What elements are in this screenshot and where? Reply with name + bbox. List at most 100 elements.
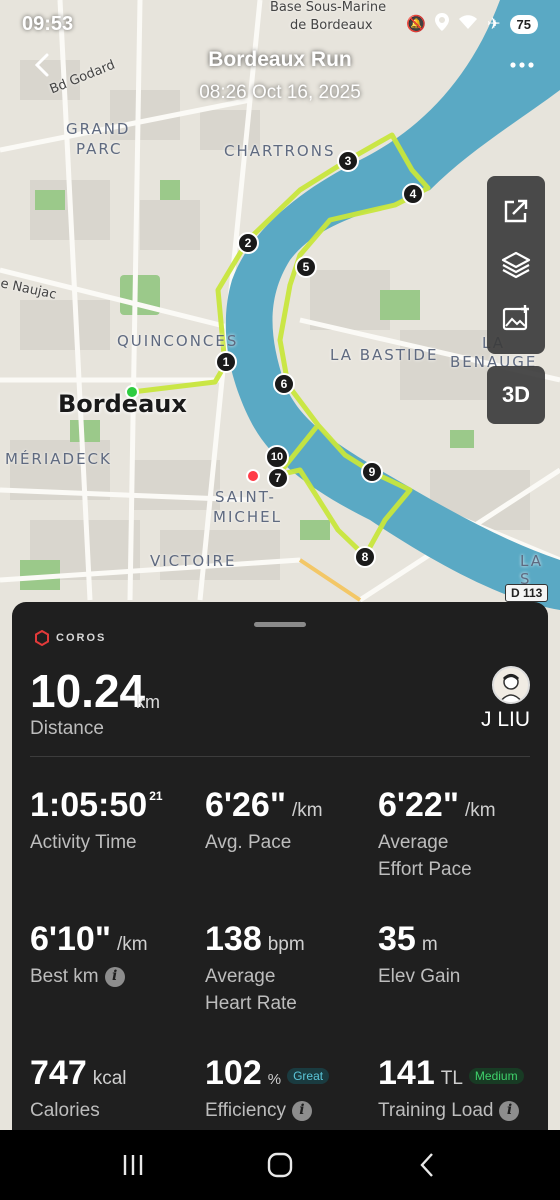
stat-best-km: 6'10"/km Best km i [30, 920, 200, 990]
elev-gain-unit: m [421, 934, 438, 955]
calories-label: Calories [30, 1100, 100, 1121]
wifi-icon [458, 14, 478, 35]
map-label-meriadeck: MÉRIADECK [5, 450, 112, 468]
status-bar: 09:53 🔕 ✈ 75 [0, 0, 560, 48]
elev-gain-value: 35 [378, 920, 416, 958]
efficiency-unit: % [267, 1071, 282, 1088]
divider [30, 756, 530, 757]
map-toolbar [487, 176, 545, 354]
stat-calories: 747 kcal Calories [30, 1054, 200, 1124]
back-arrow-icon [420, 1153, 433, 1177]
km-marker-6[interactable]: 6 [273, 373, 295, 395]
info-icon[interactable]: i [104, 966, 125, 987]
map-label-michel: MICHEL [213, 508, 282, 526]
stat-elev-gain: 35 m Elev Gain [378, 920, 548, 990]
road-badge: D 113 [505, 584, 549, 602]
effort-pace-label-1: Average [378, 832, 449, 853]
brand-logo: COROS [34, 630, 106, 646]
km-marker-10[interactable]: 10 [265, 445, 289, 469]
distance-label: Distance [30, 718, 104, 739]
airplane-icon: ✈ [487, 16, 501, 33]
km-marker-5[interactable]: 5 [295, 256, 317, 278]
activity-summary-panel: COROS 10.24 km Distance J LIU 1:05:50 21 … [12, 602, 548, 1142]
info-icon[interactable]: i [291, 1100, 312, 1121]
map-label-victoire: VICTOIRE [150, 552, 237, 570]
recent-apps-icon [124, 1155, 143, 1175]
status-time: 09:53 [22, 12, 74, 35]
km-marker-7[interactable]: 7 [267, 467, 289, 489]
stat-training-load: 141 TL Medium Training Load i [378, 1054, 548, 1124]
map-label-la-bastide: LA BASTIDE [330, 346, 439, 364]
efficiency-value: 102 [205, 1054, 262, 1092]
stat-heart-rate: 138 bpm Average Heart Rate [205, 920, 375, 1017]
map-label-grand: GRAND [66, 120, 131, 138]
km-marker-8[interactable]: 8 [354, 546, 376, 568]
effort-pace-value: 6'22" [378, 786, 459, 824]
mute-icon: 🔕 [406, 16, 427, 33]
system-nav-bar [0, 1130, 560, 1200]
calories-unit: kcal [92, 1068, 127, 1089]
calories-value: 747 [30, 1054, 87, 1092]
stat-effort-pace: 6'22"/km Average Effort Pace [378, 786, 548, 883]
elev-gain-label: Elev Gain [378, 966, 461, 987]
battery-indicator: 75 [509, 14, 538, 34]
avatar[interactable] [492, 666, 530, 704]
map-label-la-s: LA S [520, 552, 543, 588]
end-marker [246, 469, 260, 483]
efficiency-label: Efficiency [205, 1100, 286, 1121]
km-marker-2[interactable]: 2 [237, 232, 259, 254]
location-icon [435, 12, 450, 36]
share-icon [504, 199, 528, 223]
3d-view-button[interactable]: 3D [487, 366, 545, 424]
efficiency-badge: Great [287, 1068, 330, 1084]
training-load-unit: TL [440, 1068, 463, 1089]
map-label-quinconces: QUINCONCES [117, 332, 239, 350]
share-button[interactable] [496, 191, 536, 231]
activity-time-value: 1:05:50 [30, 786, 148, 824]
activity-datetime: 08:26 Oct 16, 2025 [199, 82, 361, 103]
avg-pace-unit: /km [291, 800, 323, 821]
user-name: J LIU [480, 708, 530, 731]
stat-avg-pace: 6'26"/km Avg. Pace [205, 786, 375, 856]
heart-rate-unit: bpm [267, 934, 305, 955]
km-marker-1[interactable]: 1 [215, 351, 237, 373]
map-label-parc: PARC [76, 140, 123, 158]
more-dots-icon [510, 62, 534, 68]
heart-rate-label-1: Average [205, 966, 276, 987]
more-options-button[interactable] [510, 48, 534, 76]
map-label-chartrons: CHARTRONS [224, 142, 336, 160]
distance-value: 10.24 [30, 665, 146, 717]
brand-name: COROS [56, 632, 107, 644]
km-marker-4[interactable]: 4 [402, 183, 424, 205]
effort-pace-unit: /km [464, 800, 496, 821]
system-back-button[interactable] [405, 1143, 449, 1187]
home-icon [267, 1152, 293, 1178]
add-image-icon [502, 305, 529, 331]
activity-time-label: Activity Time [30, 832, 137, 853]
page-title: Bordeaux Run [208, 48, 352, 71]
training-load-badge: Medium [468, 1068, 524, 1084]
start-marker [125, 385, 139, 399]
header: Bordeaux Run 08:26 Oct 16, 2025 [0, 44, 560, 114]
map-label-bordeaux: Bordeaux [58, 390, 187, 418]
training-load-label: Training Load [378, 1100, 494, 1121]
add-photo-button[interactable] [496, 299, 536, 339]
map-label-saint: SAINT- [215, 488, 276, 506]
avatar-image-icon [499, 674, 523, 702]
effort-pace-label-2: Effort Pace [378, 859, 472, 880]
layers-button[interactable] [496, 245, 536, 285]
stat-efficiency: 102% Great Efficiency i [205, 1054, 375, 1124]
home-button[interactable] [258, 1143, 302, 1187]
activity-time-hundredths: 21 [149, 789, 163, 803]
best-km-unit: /km [116, 934, 148, 955]
training-load-value: 141 [378, 1054, 435, 1092]
km-marker-9[interactable]: 9 [361, 461, 383, 483]
km-marker-3[interactable]: 3 [337, 150, 359, 172]
drag-handle[interactable] [254, 622, 306, 627]
recent-apps-button[interactable] [111, 1143, 155, 1187]
best-km-label: Best km [30, 966, 99, 987]
avg-pace-label: Avg. Pace [205, 832, 292, 853]
avg-pace-value: 6'26" [205, 786, 286, 824]
info-icon[interactable]: i [499, 1100, 520, 1121]
heart-rate-value: 138 [205, 920, 262, 958]
